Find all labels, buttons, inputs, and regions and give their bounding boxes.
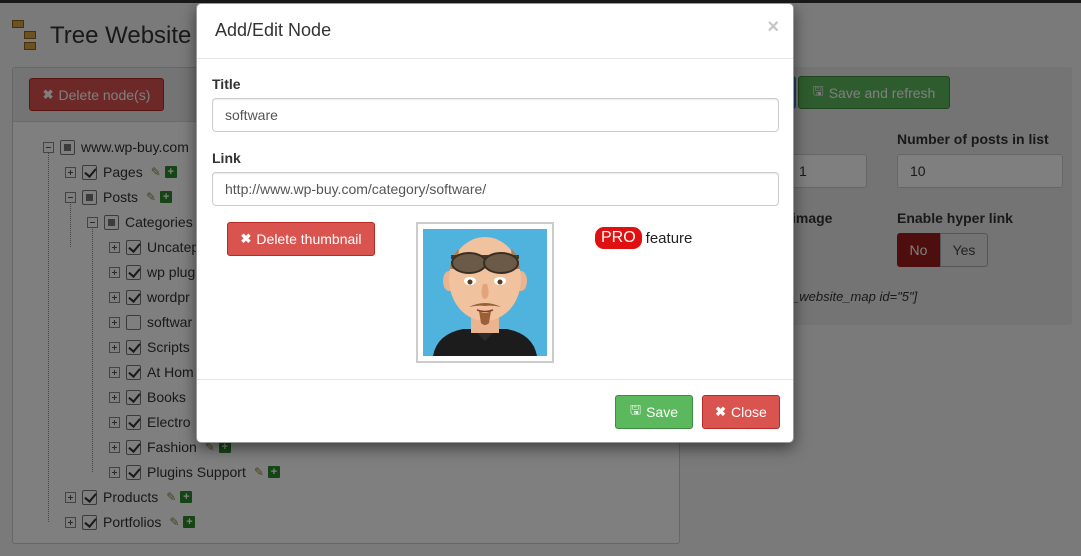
link-input[interactable] — [212, 172, 779, 206]
modal-title: Add/Edit Node — [215, 20, 332, 40]
pro-feature-note: PRO feature — [595, 227, 692, 249]
avatar-image — [423, 229, 547, 356]
pro-badge: PRO — [595, 227, 642, 249]
modal-footer: 🖫 Save ✖ Close — [197, 379, 793, 442]
link-label: Link — [212, 150, 241, 166]
floppy-icon: 🖫 — [630, 402, 642, 417]
save-button[interactable]: 🖫 Save — [615, 395, 693, 429]
delete-thumbnail-button[interactable]: ✖ Delete thumbnail — [227, 222, 375, 256]
title-input[interactable] — [212, 98, 779, 132]
close-button[interactable]: ✖ Close — [702, 395, 780, 429]
close-icon[interactable]: × — [767, 16, 779, 39]
node-thumbnail[interactable] — [416, 222, 554, 363]
pro-feature-text: feature — [645, 229, 693, 247]
title-label: Title — [212, 76, 241, 92]
times-icon: ✖ — [715, 404, 727, 419]
modal-header: Add/Edit Node × — [197, 4, 793, 59]
add-edit-node-modal: Add/Edit Node × Title Link ✖ Delete thum… — [196, 3, 794, 443]
times-icon: ✖ — [240, 231, 252, 246]
